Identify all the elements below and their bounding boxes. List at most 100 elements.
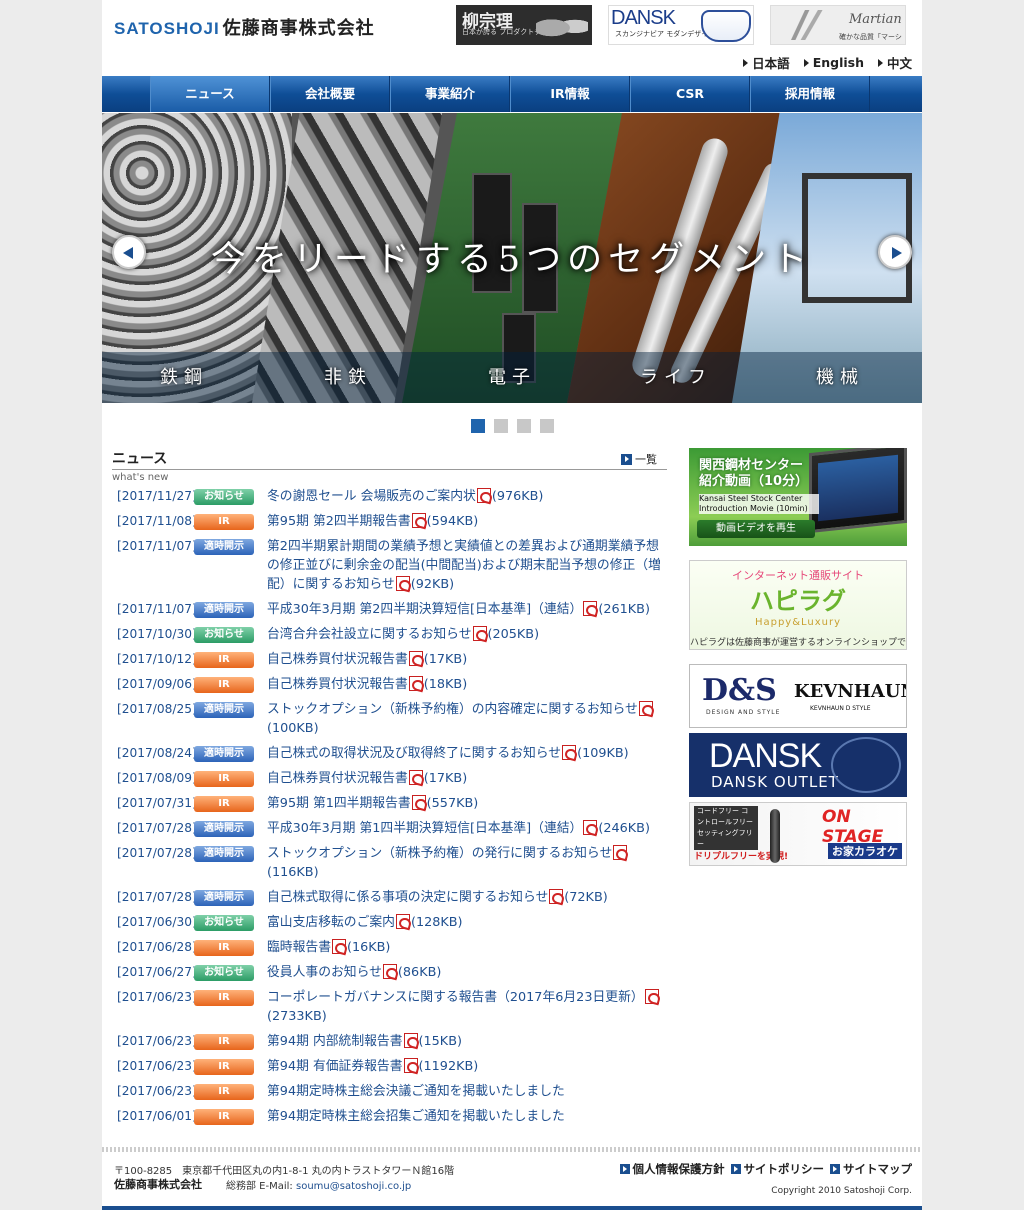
news-item: [2017/08/25] 適時開示 ストックオプション（新株予約権）の内容確定に関す… — [112, 700, 667, 738]
news-title-link[interactable]: 富山支店移転のご案内 (128KB) — [267, 913, 667, 932]
footer-link-privacy[interactable]: 個人情報保護方針 — [619, 1161, 725, 1177]
lang-label: 日本語 — [752, 56, 790, 71]
cup-image — [701, 10, 751, 42]
nav-item-company[interactable]: 会社概要 — [270, 76, 390, 112]
lang-chinese[interactable]: 中文 — [877, 53, 912, 72]
nav-item-csr[interactable]: CSR — [630, 76, 750, 112]
news-item: [2017/06/23] IR 第94期定時株主総会決議ご通知を掲載いたしました — [112, 1082, 667, 1101]
news-all-link[interactable]: 一覧 — [621, 451, 657, 467]
brand-banner-yanagi[interactable]: 柳宗理 日本が誇る プロダクトデザイナー — [456, 5, 592, 45]
news-title-link[interactable]: 第95期 第2四半期報告書 (594KB) — [267, 512, 667, 531]
footer-links: 個人情報保護方針 サイトポリシー サイトマップ — [619, 1161, 912, 1177]
brand-banner-dansk[interactable]: DANSK スカンジナビア モダンデザイン — [608, 5, 754, 45]
segment-label-steel[interactable]: 鉄鋼 — [102, 352, 266, 403]
news-file-size: (128KB) — [410, 915, 463, 930]
news-title-link[interactable]: 第94期定時株主総会招集ご通知を掲載いたしました — [267, 1107, 667, 1126]
news-title-link[interactable]: 第94期 内部統制報告書 (15KB) — [267, 1032, 667, 1051]
news-title-link[interactable]: 第94期定時株主総会決議ご通知を掲載いたしました — [267, 1082, 667, 1101]
hapirag-banner[interactable]: インターネット通販サイト ハピラグ Happy&Luxury ハピラグは佐藤商事… — [689, 560, 907, 650]
news-item: [2017/06/27] お知らせ 役員人事のお知らせ (86KB) — [112, 963, 667, 982]
news-title-link[interactable]: ストックオプション（新株予約権）の発行に関するお知らせ (116KB) — [267, 844, 667, 882]
nav-item-news[interactable]: ニュース — [150, 76, 270, 112]
news-title-link[interactable]: 自己株券買付状況報告書 (18KB) — [267, 675, 667, 694]
footer-link-sitemap[interactable]: サイトマップ — [830, 1161, 912, 1177]
news-item: [2017/07/31] IR 第95期 第1四半期報告書 (557KB) — [112, 794, 667, 813]
news-date: [2017/06/27] — [117, 965, 197, 979]
lang-japanese[interactable]: 日本語 — [743, 53, 790, 72]
arrow-right-icon — [830, 1164, 840, 1174]
segment-label-nonferrous[interactable]: 非鉄 — [266, 352, 430, 403]
news-title-link[interactable]: 臨時報告書 (16KB) — [267, 938, 667, 957]
carousel-next-icon[interactable] — [878, 235, 912, 269]
news-heading: ニュース — [112, 451, 168, 467]
language-switcher: 日本語 English 中文 — [743, 53, 912, 72]
news-date: [2017/06/23] — [117, 1059, 197, 1073]
nav-item-business[interactable]: 事業紹介 — [390, 76, 510, 112]
pdf-icon — [613, 845, 628, 860]
carousel-prev-icon[interactable] — [112, 235, 146, 269]
news-title-link[interactable]: ストックオプション（新株予約権）の内容確定に関するお知らせ (100KB) — [267, 700, 667, 738]
news-title-text: 第94期定時株主総会決議ご通知を掲載いたしました — [267, 1084, 565, 1099]
news-category-badge: IR — [194, 652, 254, 668]
news-file-size: (246KB) — [598, 821, 650, 836]
news-subheading: what's new — [112, 472, 169, 483]
footer-link-policy[interactable]: サイトポリシー — [730, 1161, 824, 1177]
news-title-link[interactable]: 第95期 第1四半期報告書 (557KB) — [267, 794, 667, 813]
pdf-icon — [403, 1033, 418, 1048]
news-title-link[interactable]: 台湾合弁会社設立に関するお知らせ (205KB) — [267, 625, 667, 644]
karaoke-banner[interactable]: コードフリー コントロールフリー セッティングフリー ドリプルフリーを実現! O… — [689, 802, 907, 866]
email-link[interactable]: soumu@satoshoji.co.jp — [296, 1181, 411, 1192]
news-title-link[interactable]: 役員人事のお知らせ (86KB) — [267, 963, 667, 982]
company-logo[interactable]: SATOSHOJI 佐藤商事株式会社 — [114, 14, 375, 40]
carousel-dot[interactable] — [471, 419, 485, 433]
news-date: [2017/06/23] — [117, 1084, 197, 1098]
page: SATOSHOJI 佐藤商事株式会社 柳宗理 日本が誇る プロダクトデザイナー … — [102, 0, 922, 1210]
news-category-badge: IR — [194, 771, 254, 787]
news-title-link[interactable]: 自己株式の取得状況及び取得終了に関するお知らせ (109KB) — [267, 744, 667, 763]
footer-link-label: サイトマップ — [843, 1162, 912, 1176]
play-video-button[interactable]: 動画ビデオを再生 — [697, 520, 815, 538]
news-item: [2017/10/12] IR 自己株券買付状況報告書 (17KB) — [112, 650, 667, 669]
hero-title: 今をリードする5つのセグメント — [210, 240, 814, 280]
footer-company: 佐藤商事株式会社 — [114, 1178, 202, 1191]
copyright: Copyright 2010 Satoshoji Corp. — [771, 1186, 912, 1196]
nav-item-recruit[interactable]: 採用情報 — [750, 76, 870, 112]
news-title-link[interactable]: 第94期 有価証券報告書 (1192KB) — [267, 1057, 667, 1076]
news-date: [2017/09/06] — [117, 677, 197, 691]
news-title-link[interactable]: 第2四半期累計期間の業績予想と実績値との差異および通期業績予想の修正並びに剰余金… — [267, 537, 667, 594]
footer: 〒100-8285 東京都千代田区丸の内1-8-1 丸の内トラストタワーＮ館16… — [102, 1152, 922, 1210]
dansk-outlet-banner[interactable]: DANSK DANSK OUTLET — [689, 733, 907, 797]
logo-jp: 佐藤商事株式会社 — [222, 18, 375, 39]
segment-label-electronics[interactable]: 電子 — [430, 352, 594, 403]
brand-banner-martian[interactable]: Martian 確かな品質「マーシャン」 — [770, 5, 906, 45]
news-file-size: (976KB) — [491, 489, 544, 504]
karaoke-tag: コードフリー コントロールフリー セッティングフリー — [694, 806, 758, 850]
carousel-dot[interactable] — [517, 419, 531, 433]
news-title-link[interactable]: 自己株券買付状況報告書 (17KB) — [267, 650, 667, 669]
nav-item-ir[interactable]: IR情報 — [510, 76, 630, 112]
news-title-link[interactable]: 自己株式取得に係る事項の決定に関するお知らせ (72KB) — [267, 888, 667, 907]
ds-kevnhaun-banner[interactable]: D&S DESIGN AND STYLE KEVNHAUN KEVNHAUN D… — [689, 664, 907, 728]
lang-english[interactable]: English — [803, 53, 864, 72]
carousel-dot[interactable] — [494, 419, 508, 433]
pdf-icon — [408, 651, 423, 666]
carousel-dot[interactable] — [540, 419, 554, 433]
segment-label-life[interactable]: ライフ — [594, 352, 758, 403]
news-title-link[interactable]: 平成30年3月期 第2四半期決算短信[日本基準]（連結） (261KB) — [267, 600, 667, 619]
news-title-link[interactable]: コーポレートガバナンスに関する報告書（2017年6月23日更新） (2733KB) — [267, 988, 667, 1026]
arrow-right-icon — [803, 58, 809, 67]
video-banner[interactable]: 関西鋼材センター 紹介動画（10分） Kansai Steel Stock Ce… — [689, 448, 907, 546]
news-file-size: (16KB) — [346, 940, 391, 955]
news-item: [2017/11/27] お知らせ 冬の謝恩セール 会場販売のご案内状 (976KB) — [112, 487, 667, 506]
news-header: ニュース 一覧 — [112, 448, 667, 470]
news-date: [2017/07/28] — [117, 846, 197, 860]
news-title-link[interactable]: 自己株券買付状況報告書 (17KB) — [267, 769, 667, 788]
news-title-link[interactable]: 冬の謝恩セール 会場販売のご案内状 (976KB) — [267, 487, 667, 506]
news-file-size: (594KB) — [426, 514, 479, 529]
news-title-link[interactable]: 平成30年3月期 第1四半期決算短信[日本基準]（連結） (246KB) — [267, 819, 667, 838]
pdf-icon — [583, 820, 598, 835]
news-item: [2017/06/30] お知らせ 富山支店移転のご案内 (128KB) — [112, 913, 667, 932]
news-date: [2017/06/01] — [117, 1109, 197, 1123]
news-title-text: 富山支店移転のご案内 — [267, 915, 395, 930]
segment-label-machine[interactable]: 機械 — [758, 352, 922, 403]
